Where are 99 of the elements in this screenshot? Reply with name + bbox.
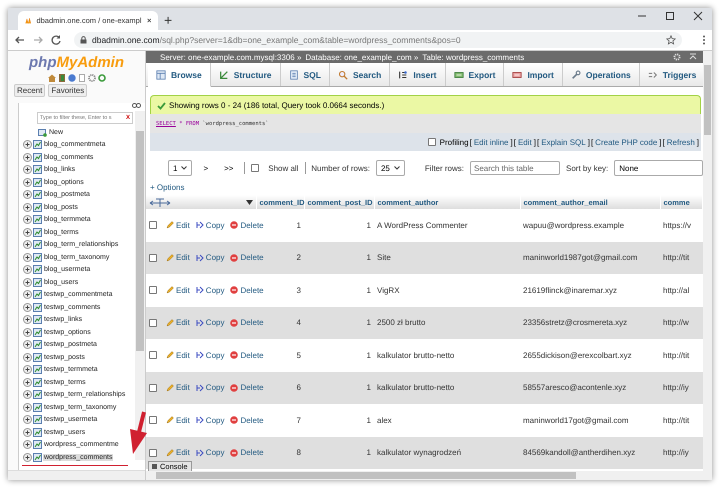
bracket: [ [590,138,594,146]
table-cell: http://w [660,306,702,339]
edit-link[interactable]: Edit [166,416,190,425]
delete-link[interactable]: Delete [230,220,264,230]
table-cell: 58557aresco@acontenle.xyz [520,372,660,404]
table-cell: kalkulator brutto-netto [374,339,520,372]
tab[interactable]: Structure [210,63,281,86]
table-cell: A WordPress Commenter [374,209,520,242]
tab[interactable]: SQL [280,63,330,86]
table-cell: 1 [304,404,374,436]
bracket: [ [514,138,516,146]
bracket: ] [510,138,513,146]
options-link[interactable]: + Options [146,183,184,195]
nav-button[interactable]: Favorites [48,84,88,97]
table-cell: 1 [304,274,374,306]
tab[interactable]: Export [446,63,504,86]
breadcrumb-link[interactable]: Database: one_example_com » [305,52,418,62]
table-cell: kalkulator wynagrodzeń [374,436,520,469]
copy-link[interactable]: Copy [196,220,224,230]
rows-label: Number of rows: [311,164,370,172]
table-cell: 1 [304,306,374,339]
table-cell: kalkulator brutto-netto [374,372,520,404]
edit-link[interactable]: Edit [166,253,190,262]
edit-link[interactable]: Edit [166,318,190,328]
query-link[interactable]: Explain SQL [540,138,587,146]
table-cell: 2655dickison@erexcolbart.xyz [520,339,660,372]
table-cell: maninworld1987got@gmail.com [520,242,660,274]
bracket: ] [659,138,662,146]
table-cell: http://iy [660,436,702,469]
query-link[interactable]: Edit [516,138,533,146]
edit-link[interactable]: Edit [166,286,190,295]
url-text: dbadmin.one.com/sql.php?server=1&db=one_example_com&table=wordpress_comments&pos=0 [92,35,462,45]
message-text: Showing rows 0 - 24 (186 total, Query took 0.0664 seconds.) [169,100,384,110]
new-tab-button[interactable]: + [164,12,172,28]
bracket: ] [696,138,699,146]
breadcrumb-link[interactable]: Server: one-example.com.mysql:3306 » [160,52,302,62]
edit-link[interactable]: Edit [166,220,190,230]
copy-link[interactable]: Copy [196,416,224,425]
delete-link[interactable]: Delete [230,253,264,262]
filter-label: Filter rows: [424,164,464,172]
copy-link[interactable]: Copy [196,350,224,360]
table-cell: VigRX [374,274,520,306]
rows-select[interactable]: 25 [376,160,405,176]
delete-link[interactable]: Delete [230,350,264,360]
bracket: ] [534,138,536,146]
table-cell: 1 [304,209,374,242]
delete-link[interactable]: Delete [230,318,264,328]
copy-link[interactable]: Copy [196,318,224,328]
table-cell: 1 [304,436,374,469]
logo[interactable]: phpMyAdmin [29,54,124,71]
query-link[interactable]: Refresh [666,138,696,146]
table-cell: 1 [304,372,374,404]
table-cell: http://tit [660,404,702,436]
table-cell: 84569kandoll@antherdihen.xyz [520,436,660,469]
profiling-label: Profiling [440,138,469,146]
copy-link[interactable]: Copy [196,448,224,458]
nav-button[interactable]: Recent [14,84,46,97]
query-link[interactable]: Edit inline [472,138,510,146]
table-cell: alex [374,404,520,436]
show-all-label: Show all [268,164,298,172]
bracket: [ [470,138,472,146]
table-cell: maninworld17got@gmail.com [520,404,660,436]
tab[interactable]: Search [330,63,390,86]
table-cell: 1 [304,242,374,274]
table-cell: Site [374,242,520,274]
delete-link[interactable]: Delete [230,286,264,295]
breadcrumb-link[interactable]: Table: wordpress_comments [422,52,524,62]
bracket: ] [588,138,590,146]
tab[interactable]: Operations [562,63,640,86]
delete-link[interactable]: Delete [230,448,264,458]
sort-label: Sort by key: [566,164,608,172]
search-field[interactable]: Search this table [470,161,560,175]
table-cell: wapuu@wordpress.example [520,209,660,242]
address-bar[interactable]: dbadmin.one.com/sql.php?server=1&db=one_example_com&table=wordpress_comments&pos=0 [74,32,682,48]
table-cell: 2500 zł brutto [374,306,520,339]
table-cell: https://v [660,209,702,242]
delete-link[interactable]: Delete [230,416,264,425]
tab[interactable]: Browse [148,63,211,87]
sort-select[interactable]: None [614,160,703,176]
page-select[interactable]: 1 [168,160,192,176]
delete-link[interactable]: Delete [230,383,264,392]
edit-link[interactable]: Edit [166,350,190,360]
table-cell: http://tit [660,242,702,274]
query-link[interactable]: Create PHP code [594,138,658,146]
edit-link[interactable]: Edit [166,448,190,458]
table-cell: 23356stretz@crosmereta.xyz [520,306,660,339]
table-cell: 1 [304,339,374,372]
tab[interactable]: Insert [390,63,446,86]
table-cell: http://tit [660,339,702,372]
table-cell: 21619flinck@inaremar.xyz [520,274,660,306]
table-cell: http://al [660,274,702,306]
copy-link[interactable]: Copy [196,253,224,262]
bracket: [ [662,138,665,146]
edit-link[interactable]: Edit [166,383,190,392]
bracket: [ [537,138,540,146]
copy-link[interactable]: Copy [196,286,224,295]
tab[interactable]: Import [504,63,563,86]
copy-link[interactable]: Copy [196,383,224,392]
table-cell: http://iy [660,372,702,404]
